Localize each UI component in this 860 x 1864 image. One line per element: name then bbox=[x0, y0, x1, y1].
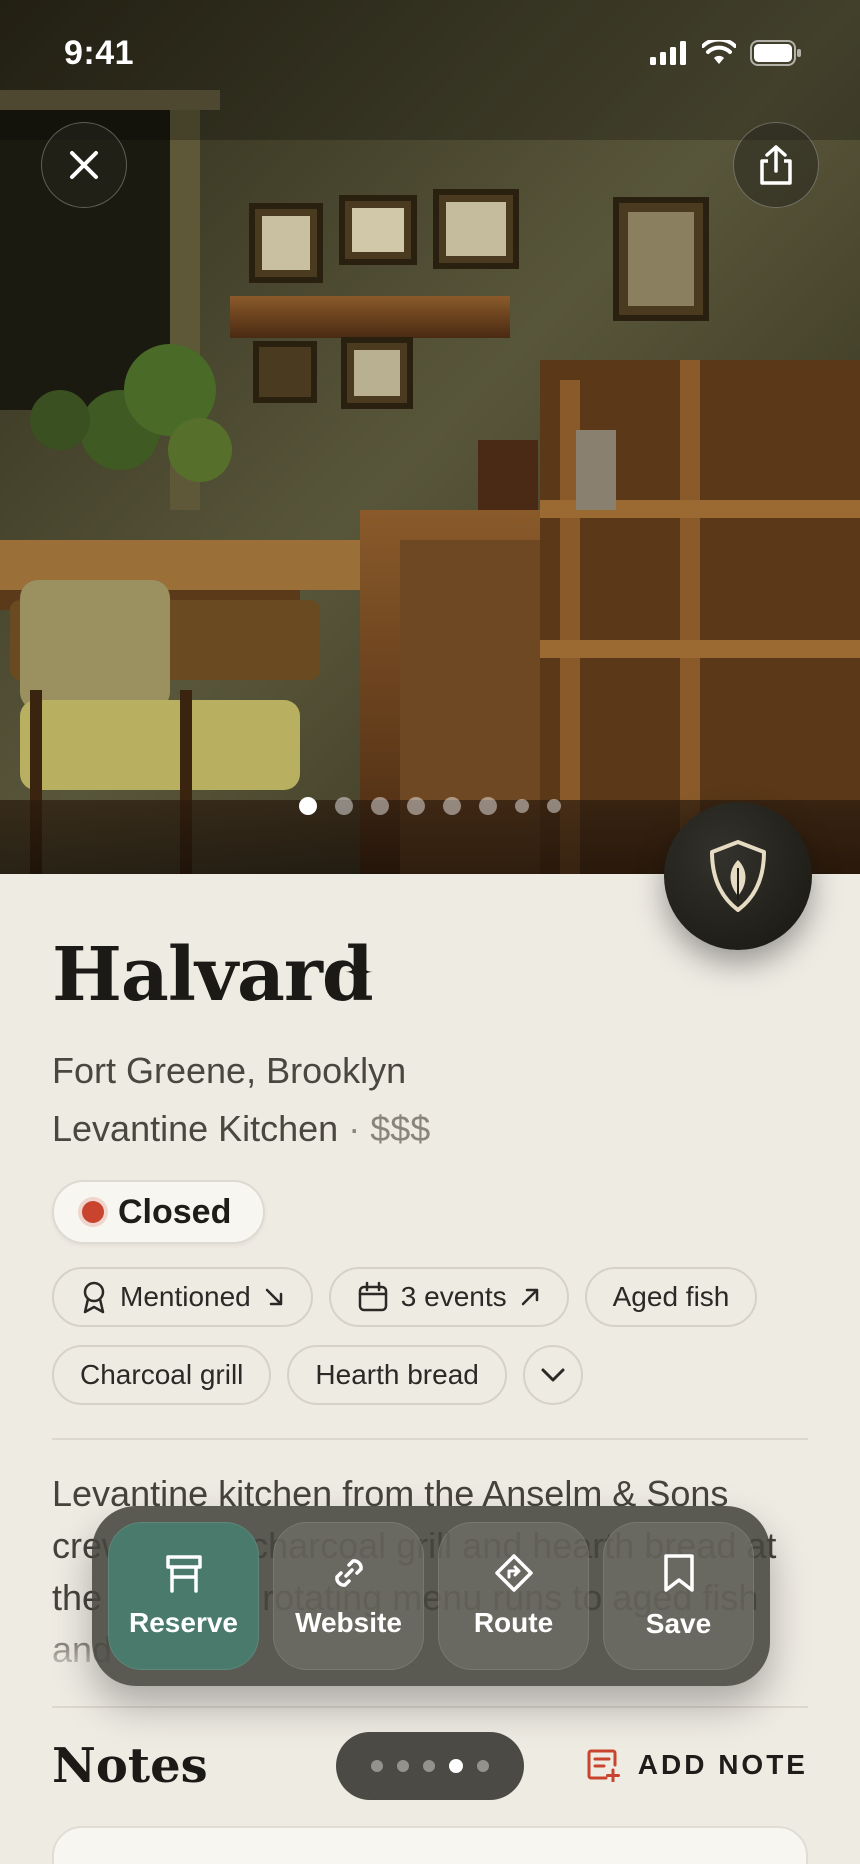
page-dot[interactable] bbox=[449, 1759, 463, 1773]
link-icon bbox=[334, 1559, 363, 1587]
tag-chip[interactable]: Charcoal grill bbox=[52, 1345, 272, 1405]
notes-heading: Notes bbox=[52, 1738, 208, 1794]
bookmark-icon bbox=[663, 1554, 694, 1592]
arrow-up-right-icon bbox=[521, 1288, 538, 1306]
battery-icon bbox=[750, 40, 801, 66]
status-time: 9:41 bbox=[64, 34, 135, 72]
restaurant-cuisine: Levantine Kitchen bbox=[52, 1108, 339, 1149]
expand-tags-button[interactable] bbox=[522, 1345, 583, 1405]
mentioned-label: Mentioned bbox=[120, 1281, 251, 1312]
gallery-dot[interactable] bbox=[407, 797, 425, 815]
save-button[interactable]: Save bbox=[603, 1522, 754, 1670]
reserve-button[interactable]: Reserve bbox=[108, 1522, 259, 1670]
website-button[interactable]: Website bbox=[273, 1522, 424, 1670]
route-button[interactable]: Route bbox=[438, 1522, 589, 1670]
page-dot[interactable] bbox=[423, 1760, 435, 1772]
share-button[interactable] bbox=[733, 122, 819, 208]
restaurant-meta: Levantine Kitchen · $$$ bbox=[52, 1108, 430, 1150]
close-icon bbox=[70, 151, 98, 179]
tag-label: Charcoal grill bbox=[80, 1359, 244, 1390]
gallery-dot[interactable] bbox=[335, 797, 353, 815]
action-bar: Reserve Website Route Save bbox=[92, 1506, 770, 1686]
award-ribbon-icon bbox=[83, 1281, 105, 1314]
restaurant-price: $$$ bbox=[370, 1108, 431, 1149]
share-icon bbox=[760, 145, 792, 185]
add-note-button[interactable]: ADD NOTE bbox=[586, 1748, 808, 1782]
status-bar: 9:41 bbox=[0, 0, 860, 108]
gallery-dot[interactable] bbox=[515, 799, 529, 813]
save-label: Save bbox=[645, 1608, 712, 1639]
reserve-label: Reserve bbox=[129, 1607, 238, 1638]
calendar-icon bbox=[358, 1281, 388, 1312]
section-divider bbox=[52, 1438, 808, 1440]
wifi-icon bbox=[702, 40, 736, 64]
tag-label: Aged fish bbox=[612, 1281, 730, 1312]
restaurant-location: Fort Greene, Brooklyn bbox=[52, 1050, 407, 1091]
restaurant-interior-photo bbox=[0, 0, 860, 874]
gallery-dot[interactable] bbox=[299, 797, 317, 815]
meta-separator: · bbox=[348, 1108, 361, 1149]
shield-leaf-icon bbox=[710, 840, 766, 912]
open-status-badge[interactable]: Closed bbox=[52, 1180, 266, 1244]
website-label: Website bbox=[295, 1607, 402, 1638]
status-indicator-dot bbox=[82, 1201, 104, 1223]
note-add-icon bbox=[587, 1749, 620, 1782]
stool-icon bbox=[165, 1555, 202, 1593]
guide-badge-button[interactable] bbox=[664, 802, 812, 950]
mentioned-chip[interactable]: Mentioned bbox=[52, 1267, 313, 1327]
open-status-label: Closed bbox=[118, 1192, 232, 1231]
route-label: Route bbox=[473, 1607, 554, 1638]
events-label: 3 events bbox=[400, 1281, 507, 1312]
chip-row-2: Charcoal grill Hearth bread bbox=[52, 1345, 822, 1405]
tag-chip[interactable]: Hearth bread bbox=[287, 1345, 507, 1405]
chevron-down-icon bbox=[541, 1368, 565, 1382]
route-sign-icon bbox=[494, 1554, 533, 1592]
add-note-label: ADD NOTE bbox=[637, 1749, 808, 1780]
hero-photo[interactable]: 9:41 bbox=[0, 0, 860, 874]
tag-chip[interactable]: Aged fish bbox=[584, 1267, 758, 1327]
cellular-signal-icon bbox=[650, 41, 686, 65]
events-chip[interactable]: 3 events bbox=[328, 1267, 569, 1327]
page-dot[interactable] bbox=[371, 1760, 383, 1772]
section-divider bbox=[52, 1706, 808, 1708]
gallery-dot[interactable] bbox=[443, 797, 461, 815]
note-card[interactable] bbox=[52, 1826, 808, 1864]
page-dot[interactable] bbox=[397, 1760, 409, 1772]
gallery-dot[interactable] bbox=[547, 799, 561, 813]
sparkle-icon: ✦ bbox=[344, 952, 375, 993]
tag-label: Hearth bread bbox=[315, 1359, 479, 1390]
chip-row-1: Mentioned 3 events Aged fish bbox=[52, 1267, 822, 1327]
restaurant-name: Halvard bbox=[52, 932, 374, 1018]
close-button[interactable] bbox=[41, 122, 127, 208]
gallery-dot[interactable] bbox=[479, 797, 497, 815]
arrow-down-right-icon bbox=[265, 1288, 283, 1306]
page-dot[interactable] bbox=[477, 1760, 489, 1772]
gallery-dot[interactable] bbox=[371, 797, 389, 815]
page-indicator[interactable] bbox=[336, 1732, 524, 1800]
